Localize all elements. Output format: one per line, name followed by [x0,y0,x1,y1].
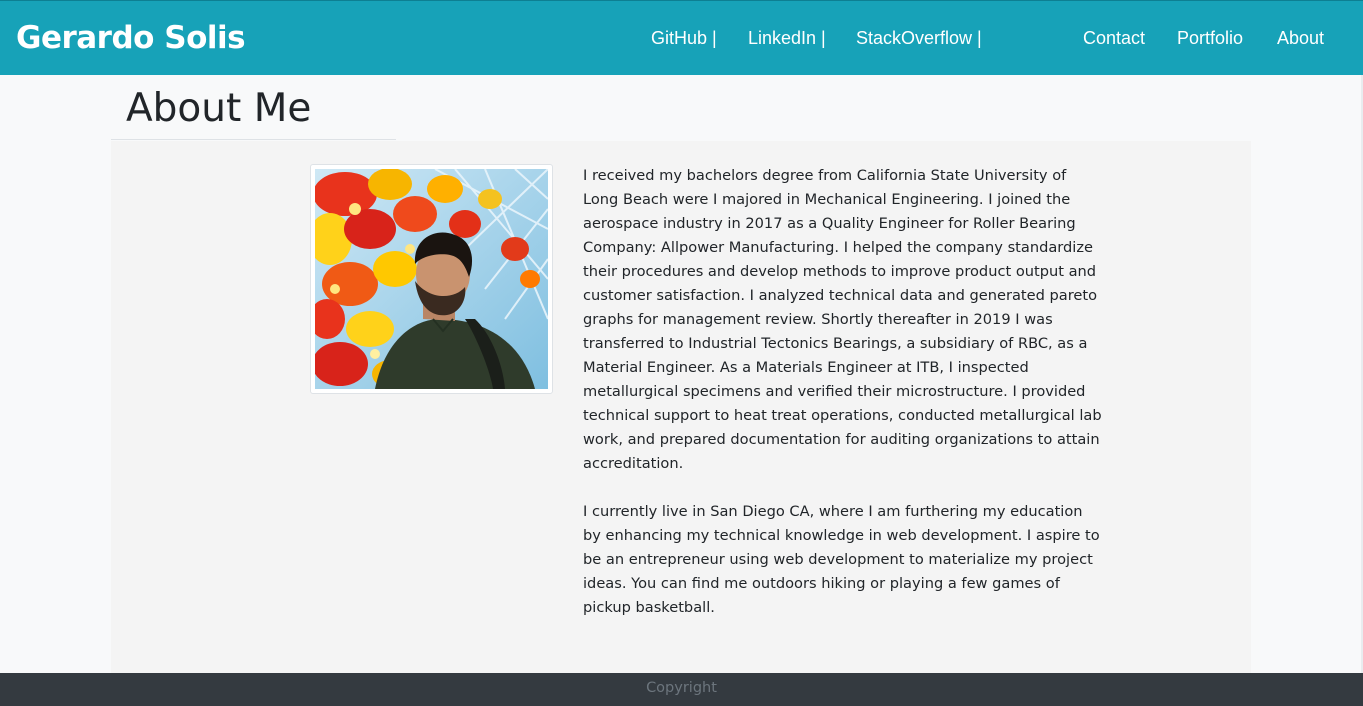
nav-link-contact[interactable]: Contact [1083,28,1145,49]
nav-link-stackoverflow[interactable]: StackOverflow | [856,28,982,49]
profile-photo-image [315,169,548,389]
nav-link-about[interactable]: About [1277,28,1324,49]
brand-link[interactable]: Gerardo Solis [16,20,246,56]
bio-text: I received my bachelors degree from Cali… [583,164,1103,644]
nav-link-linkedin[interactable]: LinkedIn | [748,28,826,49]
title-divider [111,139,396,140]
navbar: Gerardo Solis GitHub | LinkedIn | StackO… [0,0,1363,75]
footer: Copyright [0,673,1363,706]
profile-photo [310,164,553,394]
bio-paragraph: I received my bachelors degree from Cali… [583,167,1102,472]
page-title: About Me [126,86,312,131]
nav-link-github[interactable]: GitHub | [651,28,717,49]
copyright-text: Copyright [646,680,717,696]
nav-link-portfolio[interactable]: Portfolio [1177,28,1243,49]
bio-paragraph: I currently live in San Diego CA, where … [583,503,1100,616]
